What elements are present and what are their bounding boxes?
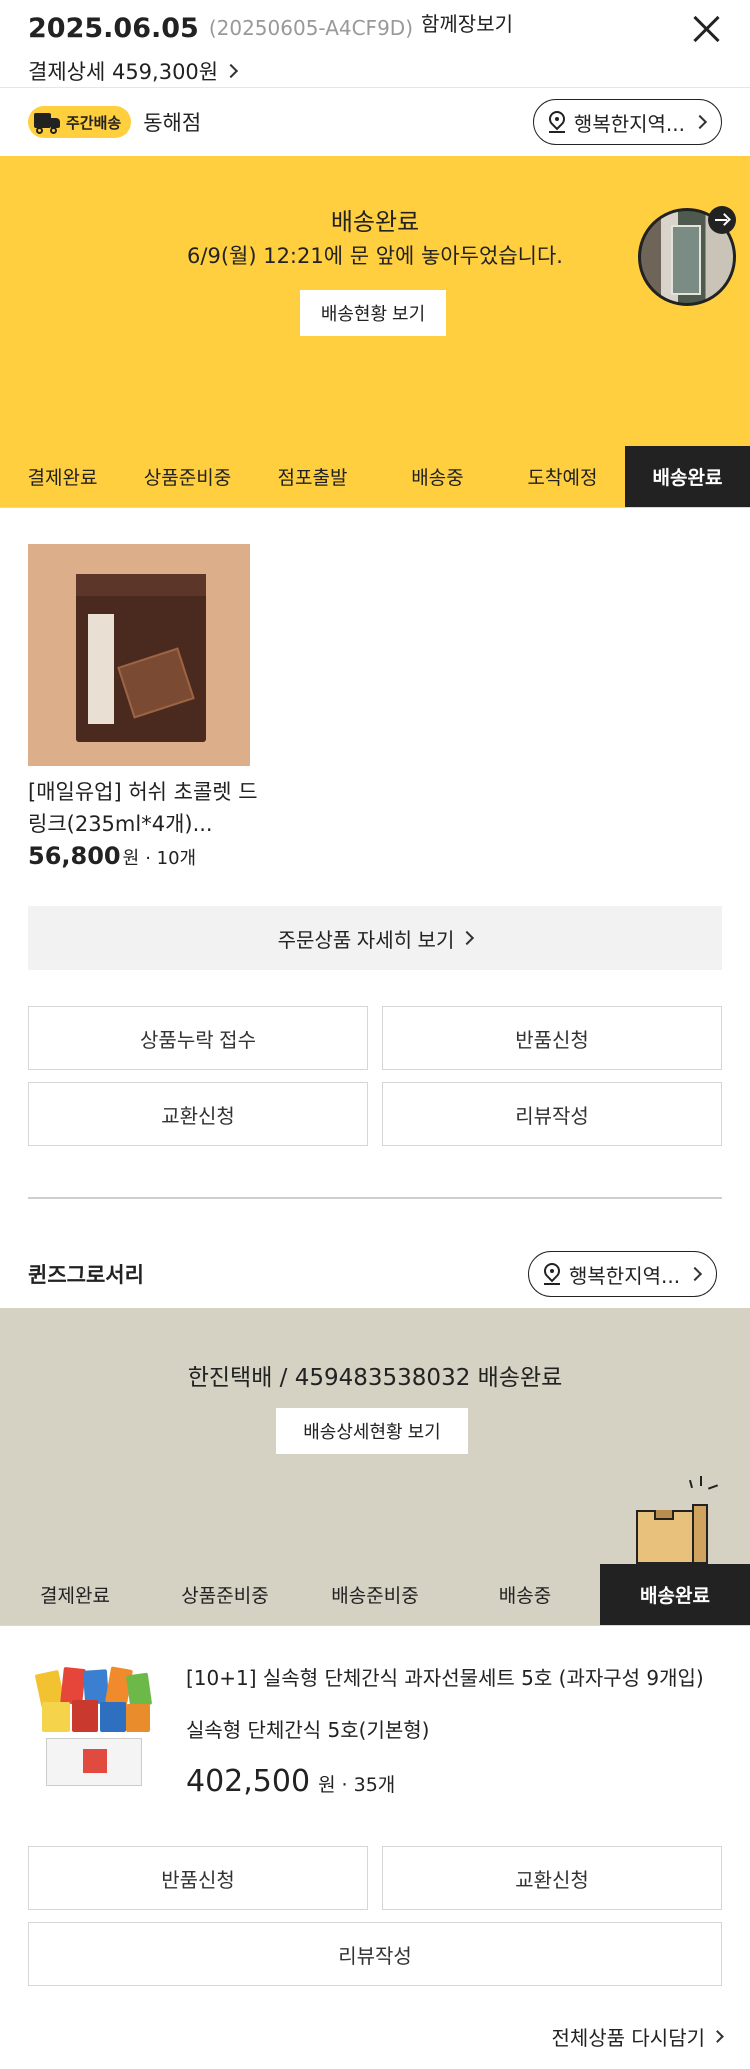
location-button[interactable]: 행복한지역... <box>532 99 722 145</box>
step-ready-to-ship: 배송준비중 <box>331 1585 419 1607</box>
step-arriving: 도착예정 <box>527 467 598 489</box>
delivery-steps: 결제완료 상품준비중 배송준비중 배송중 배송완료 <box>0 1564 750 1626</box>
product-quantity: · 35개 <box>341 1774 396 1796</box>
parcel-status-banner: 한진택배 / 459483538032 배송완료 배송상세현황 보기 <box>0 1308 750 1564</box>
location-label: 행복한지역... <box>569 1263 681 1288</box>
delivery-status-button[interactable]: 배송현황 보기 <box>300 290 446 336</box>
chevron-right-icon <box>224 63 239 79</box>
rebuy-all-label: 전체상품 다시담기 <box>551 2026 705 2050</box>
product-image[interactable] <box>28 544 250 766</box>
product-option: 실속형 단체간식 5호(기본형) <box>186 1718 430 1742</box>
parcel-status-title: 한진택배 / 459483538032 배송완료 <box>187 1365 563 1391</box>
truck-icon <box>32 110 62 134</box>
order-number: (20250605-A4CF9D) <box>208 16 413 40</box>
price-unit: 원 <box>318 1774 336 1796</box>
parcel-detail-button[interactable]: 배송상세현황 보기 <box>276 1408 468 1454</box>
store-name: 퀸즈그로서리 <box>28 1263 144 1287</box>
location-pin-icon <box>545 107 569 134</box>
delivery-steps: 결제완료 상품준비중 점포출발 배송중 도착예정 배송완료 <box>0 446 750 508</box>
step-store-departed: 점포출발 <box>277 467 348 489</box>
product-image[interactable] <box>28 1664 158 1794</box>
write-review-button[interactable]: 리뷰작성 <box>382 1082 722 1146</box>
write-review-button[interactable]: 리뷰작성 <box>28 1922 722 1986</box>
product-quantity: · 10개 <box>145 848 197 869</box>
price-unit: 원 <box>122 848 140 869</box>
exchange-request-button[interactable]: 교환신청 <box>382 1846 722 1910</box>
close-icon[interactable] <box>690 12 722 44</box>
store-name: 동해점 <box>143 111 202 135</box>
step-payment-complete: 결제완료 <box>40 1585 110 1607</box>
exchange-request-button[interactable]: 교환신청 <box>28 1082 368 1146</box>
chevron-right-icon <box>711 2030 724 2043</box>
order-detail-label: 주문상품 자세히 보기 <box>277 929 455 952</box>
step-payment-complete: 결제완료 <box>27 467 98 489</box>
missing-item-button[interactable]: 상품누락 접수 <box>28 1006 368 1070</box>
parcel-box-icon <box>634 1476 719 1564</box>
chevron-right-icon <box>460 930 475 946</box>
arrow-right-icon[interactable] <box>708 206 736 234</box>
order-date: 2025.06.05 <box>28 12 199 44</box>
product-name[interactable]: [매일유업] 허쉬 초콜렛 드링크(235ml*4개)... <box>28 776 268 840</box>
price-value: 56,800 <box>28 842 121 870</box>
location-pin-icon <box>540 1259 564 1286</box>
order-title-row: 2025.06.05 (20250605-A4CF9D) 함께장보기 <box>28 8 722 48</box>
step-in-delivery: 배송중 <box>411 467 464 489</box>
payment-detail-link[interactable]: 결제상세 459,300원 <box>28 56 239 86</box>
product-price: 56,800 원 · 10개 <box>28 842 196 870</box>
chevron-right-icon <box>692 114 708 130</box>
step-in-delivery: 배송중 <box>498 1585 552 1607</box>
section-divider <box>28 1197 722 1199</box>
return-request-button[interactable]: 반품신청 <box>28 1846 368 1910</box>
step-preparing: 상품준비중 <box>143 467 232 489</box>
step-delivered: 배송완료 <box>600 1564 750 1625</box>
step-delivered: 배송완료 <box>625 446 750 507</box>
store-row: 주간배송 동해점 행복한지역... <box>0 88 750 156</box>
delivery-status-title: 배송완료 <box>330 208 420 236</box>
chevron-right-icon <box>688 1266 703 1282</box>
weekly-delivery-badge: 주간배송 <box>28 106 132 138</box>
price-value: 402,500 <box>186 1764 311 1799</box>
badge-label: 주간배송 <box>66 113 122 132</box>
order-detail-button[interactable]: 주문상품 자세히 보기 <box>28 906 722 970</box>
location-button[interactable]: 행복한지역... <box>528 1251 718 1297</box>
product-name[interactable]: [10+1] 실속형 단체간식 과자선물세트 5호 (과자구성 9개입) <box>186 1663 726 1693</box>
rebuy-all-link[interactable]: 전체상품 다시담기 <box>551 2022 724 2051</box>
order-header: 2025.06.05 (20250605-A4CF9D) 함께장보기 결제상세 … <box>0 0 750 88</box>
payment-detail-label: 결제상세 459,300원 <box>28 60 219 84</box>
delivery-status-banner: 배송완료 6/9(월) 12:21에 문 앞에 놓아두었습니다. 배송현황 보기 <box>0 156 750 446</box>
return-request-button[interactable]: 반품신청 <box>382 1006 722 1070</box>
together-shopping-link[interactable]: 함께장보기 <box>421 8 513 37</box>
product-price: 402,500 원 · 35개 <box>186 1764 395 1799</box>
step-preparing: 상품준비중 <box>181 1585 269 1607</box>
location-label: 행복한지역... <box>573 111 685 136</box>
